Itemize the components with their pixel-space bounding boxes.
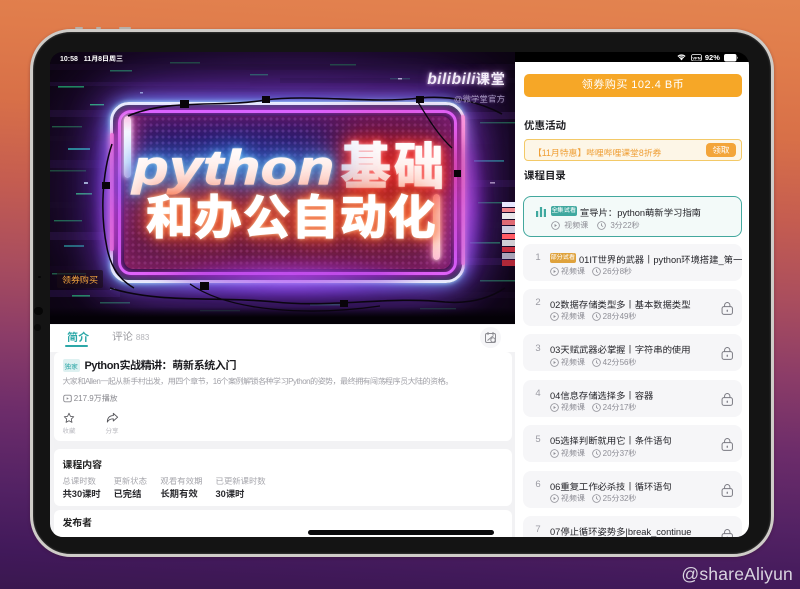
svg-text:VPN: VPN <box>692 55 700 60</box>
